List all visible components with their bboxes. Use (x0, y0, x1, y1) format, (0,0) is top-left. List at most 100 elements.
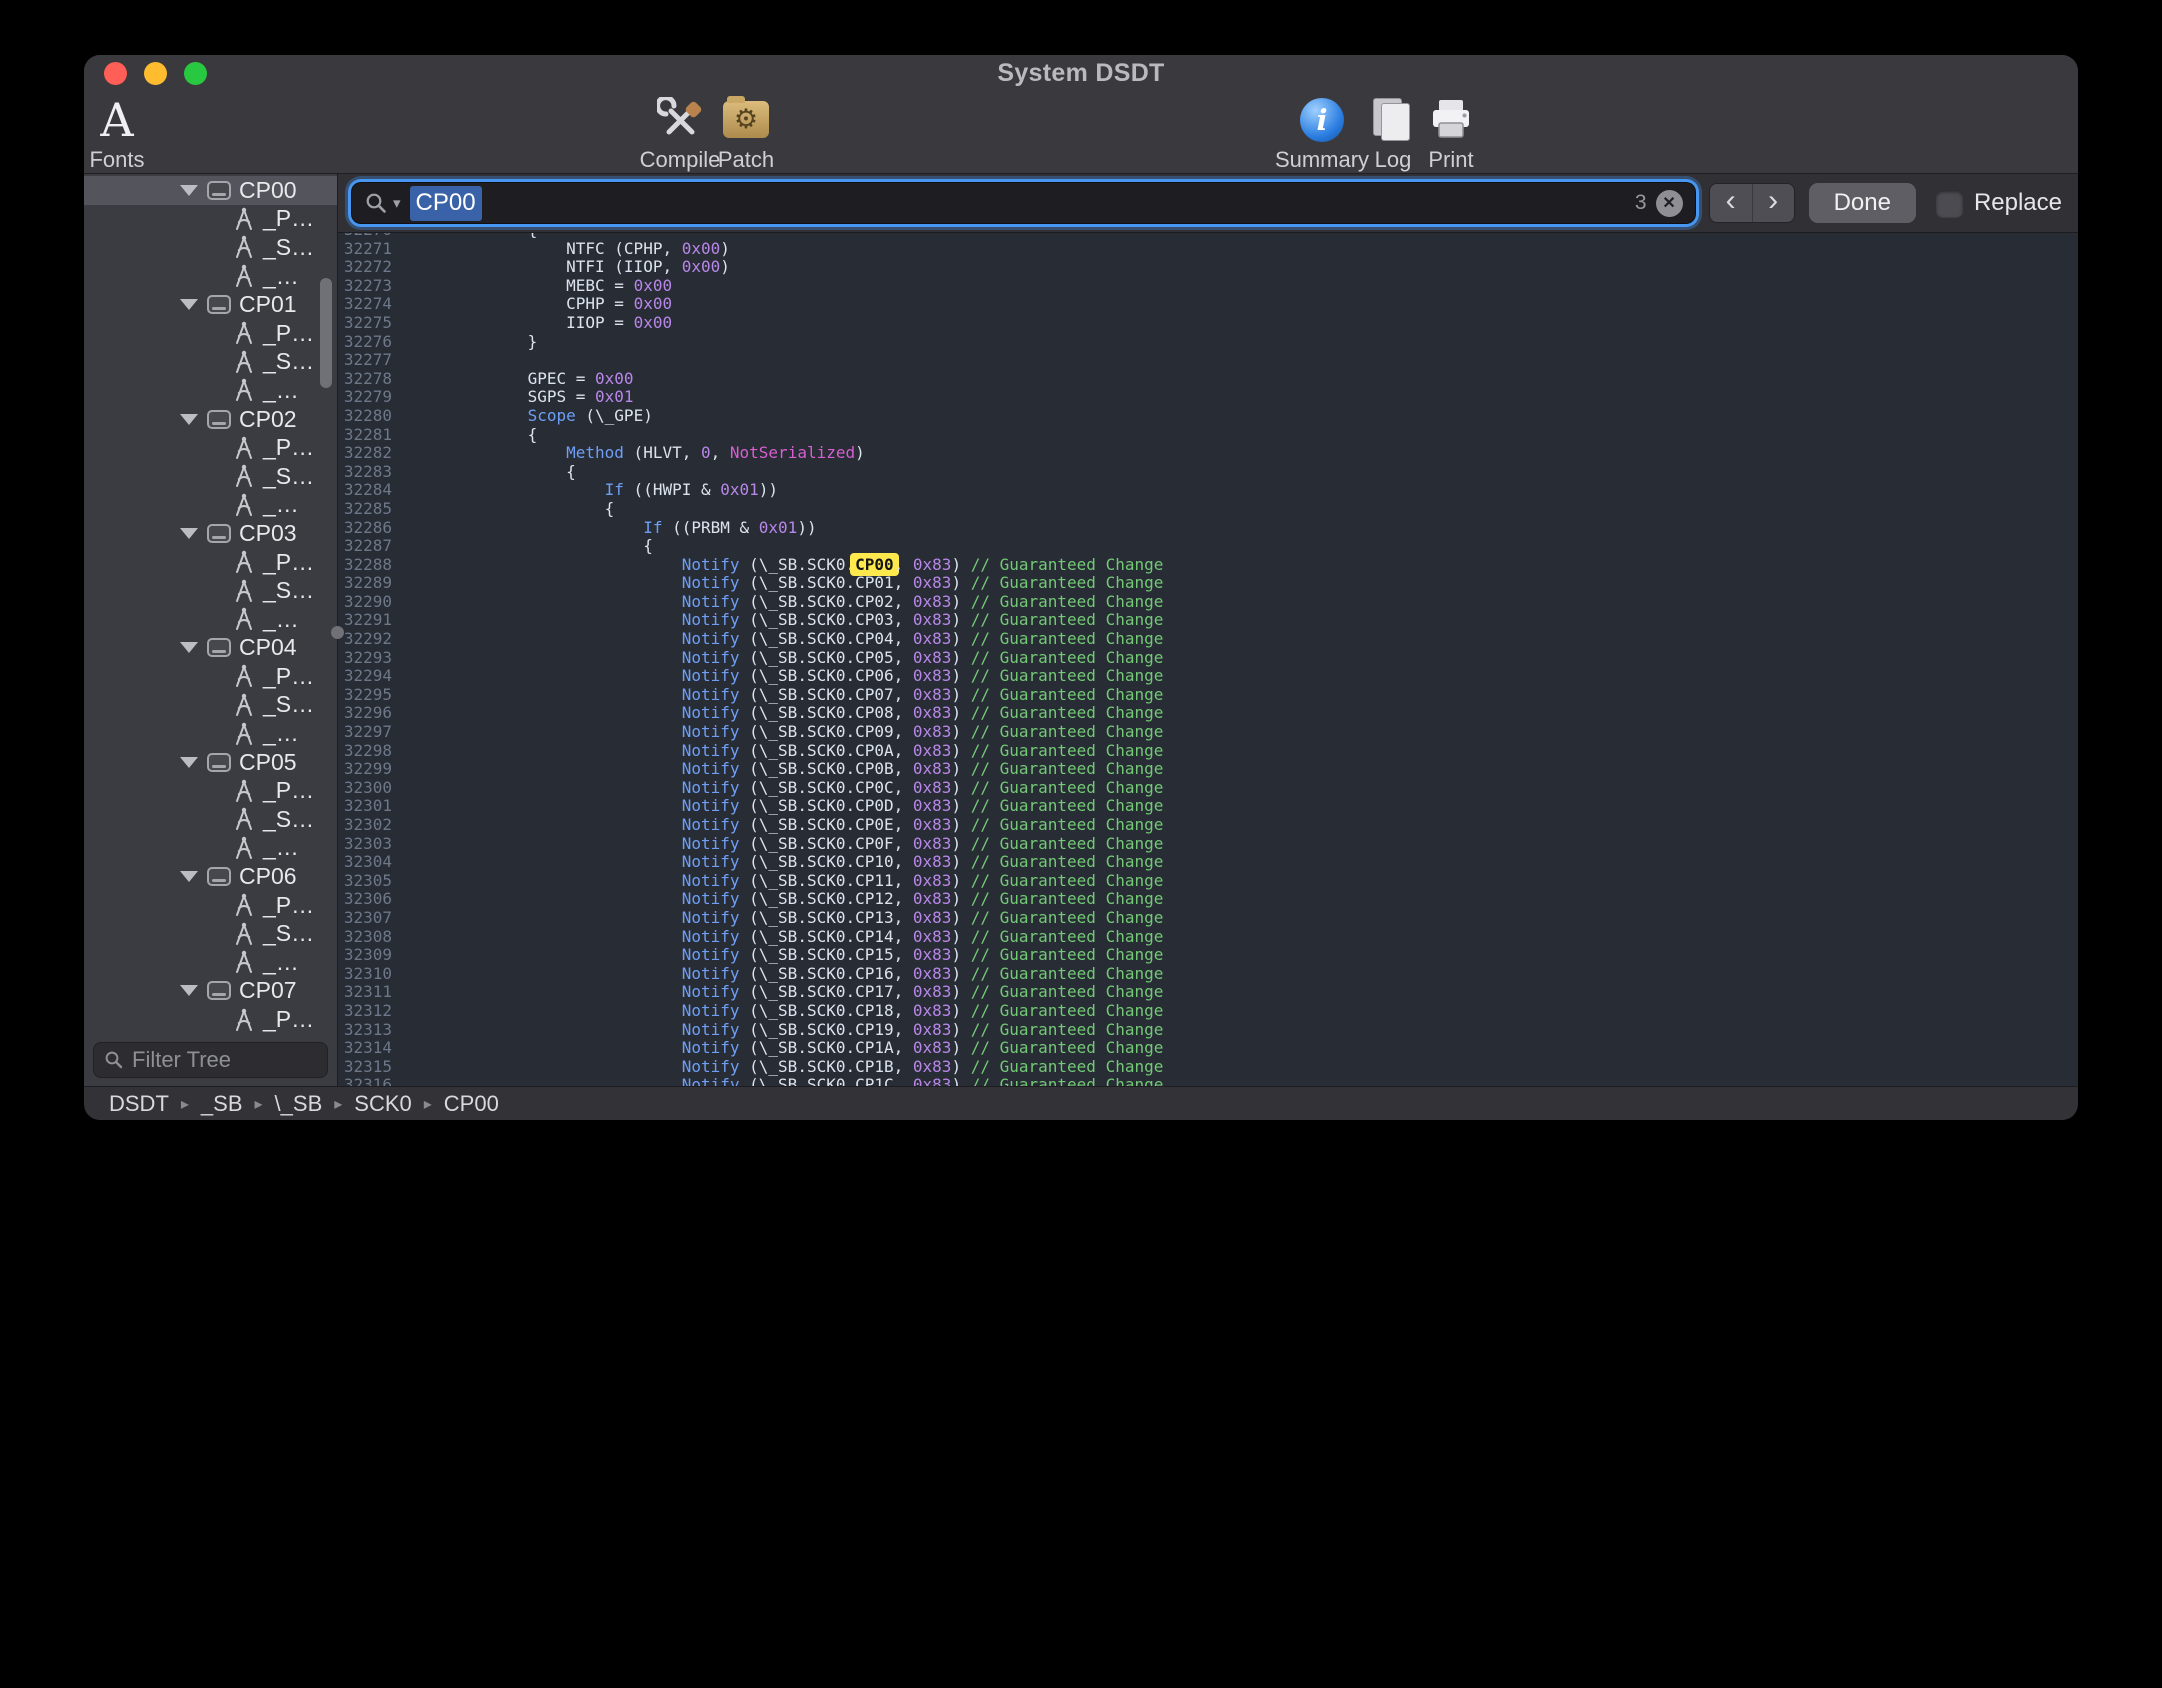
code-line[interactable]: 32283 { (338, 463, 2078, 482)
code-editor[interactable]: 32270 {32271 NTFC (CPHP, 0x00)32272 NTFI… (338, 233, 2078, 1086)
code-line[interactable]: 32298 Notify (\_SB.SCK0.CP0A, 0x83) // G… (338, 742, 2078, 761)
breadcrumb-item[interactable]: \_SB (275, 1091, 323, 1117)
tree-item-CP03[interactable]: CP03 (84, 519, 337, 548)
tree-item-CP00[interactable]: CP00 (84, 176, 337, 205)
close-button[interactable] (104, 62, 127, 85)
code-line[interactable]: 32293 Notify (\_SB.SCK0.CP05, 0x83) // G… (338, 649, 2078, 668)
code-line[interactable]: 32311 Notify (\_SB.SCK0.CP17, 0x83) // G… (338, 983, 2078, 1002)
code-line[interactable]: 32295 Notify (\_SB.SCK0.CP07, 0x83) // G… (338, 686, 2078, 705)
code-line[interactable]: 32316 Notify (\_SB.SCK0.CP1C, 0x83) // G… (338, 1076, 2078, 1086)
search-icon[interactable] (364, 191, 388, 215)
code-line[interactable]: 32286 If ((PRBM & 0x01)) (338, 519, 2078, 538)
tree-child-item[interactable]: _P… (84, 776, 337, 805)
disclosure-triangle-icon[interactable] (180, 299, 198, 310)
code-line[interactable]: 32280 Scope (\_GPE) (338, 407, 2078, 426)
tree-child-item[interactable]: _P… (84, 662, 337, 691)
print-button[interactable]: Print (1396, 96, 1506, 173)
filter-tree-input[interactable] (132, 1047, 317, 1073)
sidebar-scrollbar[interactable] (320, 278, 332, 388)
tree-child-item[interactable]: _… (84, 262, 337, 291)
tree-child-item[interactable]: _P… (84, 891, 337, 920)
disclosure-triangle-icon[interactable] (180, 528, 198, 539)
code-line[interactable]: 32302 Notify (\_SB.SCK0.CP0E, 0x83) // G… (338, 816, 2078, 835)
tree-child-item[interactable]: _… (84, 719, 337, 748)
breadcrumb-item[interactable]: DSDT (109, 1091, 169, 1117)
replace-checkbox[interactable] (1936, 190, 1963, 217)
code-line[interactable]: 32313 Notify (\_SB.SCK0.CP19, 0x83) // G… (338, 1021, 2078, 1040)
tree-item-CP06[interactable]: CP06 (84, 862, 337, 891)
fonts-button[interactable]: A Fonts (84, 96, 172, 173)
find-next-button[interactable]: › (1752, 184, 1794, 222)
code-line[interactable]: 32305 Notify (\_SB.SCK0.CP11, 0x83) // G… (338, 872, 2078, 891)
code-line[interactable]: 32291 Notify (\_SB.SCK0.CP03, 0x83) // G… (338, 611, 2078, 630)
tree-child-item[interactable]: _… (84, 491, 337, 520)
tree-child-item[interactable]: _… (84, 948, 337, 977)
tree-child-item[interactable]: _P… (84, 319, 337, 348)
code-line[interactable]: 32294 Notify (\_SB.SCK0.CP06, 0x83) // G… (338, 667, 2078, 686)
code-line[interactable]: 32282 Method (HLVT, 0, NotSerialized) (338, 444, 2078, 463)
code-line[interactable]: 32271 NTFC (CPHP, 0x00) (338, 240, 2078, 259)
code-line[interactable]: 32304 Notify (\_SB.SCK0.CP10, 0x83) // G… (338, 853, 2078, 872)
code-line[interactable]: 32296 Notify (\_SB.SCK0.CP08, 0x83) // G… (338, 704, 2078, 723)
disclosure-triangle-icon[interactable] (180, 985, 198, 996)
breadcrumb-item[interactable]: CP00 (444, 1091, 499, 1117)
disclosure-triangle-icon[interactable] (180, 414, 198, 425)
code-line[interactable]: 32290 Notify (\_SB.SCK0.CP02, 0x83) // G… (338, 593, 2078, 612)
code-line[interactable]: 32272 NTFI (IIOP, 0x00) (338, 258, 2078, 277)
code-line[interactable]: 32289 Notify (\_SB.SCK0.CP01, 0x83) // G… (338, 574, 2078, 593)
code-line[interactable]: 32278 GPEC = 0x00 (338, 370, 2078, 389)
disclosure-triangle-icon[interactable] (180, 642, 198, 653)
disclosure-triangle-icon[interactable] (180, 185, 198, 196)
patch-button[interactable]: ⚙ Patch (691, 96, 801, 173)
tree-child-item[interactable]: _S… (84, 348, 337, 377)
code-line[interactable]: 32277 (338, 351, 2078, 370)
search-input[interactable]: ▾ CP00 3 ✕ (352, 183, 1695, 223)
code-line[interactable]: 32310 Notify (\_SB.SCK0.CP16, 0x83) // G… (338, 965, 2078, 984)
tree-child-item[interactable]: _P… (84, 205, 337, 234)
minimize-button[interactable] (144, 62, 167, 85)
tree-child-item[interactable]: _S… (84, 805, 337, 834)
tree-item-CP01[interactable]: CP01 (84, 290, 337, 319)
chevron-down-icon[interactable]: ▾ (393, 194, 401, 212)
code-line[interactable]: 32274 CPHP = 0x00 (338, 295, 2078, 314)
tree-item-CP05[interactable]: CP05 (84, 748, 337, 777)
code-line[interactable]: 32275 IIOP = 0x00 (338, 314, 2078, 333)
code-line[interactable]: 32303 Notify (\_SB.SCK0.CP0F, 0x83) // G… (338, 835, 2078, 854)
code-line[interactable]: 32308 Notify (\_SB.SCK0.CP14, 0x83) // G… (338, 928, 2078, 947)
tree-child-item[interactable]: _… (84, 605, 337, 634)
code-line[interactable]: 32288 Notify (\_SB.SCK0.CP00, 0x83) // G… (338, 556, 2078, 575)
tree-child-item[interactable]: _P… (84, 1005, 337, 1034)
zoom-button[interactable] (184, 62, 207, 85)
tree-child-item[interactable]: _S… (84, 919, 337, 948)
tree-child-item[interactable]: _S… (84, 1034, 337, 1036)
tree-item-CP07[interactable]: CP07 (84, 977, 337, 1006)
code-line[interactable]: 32279 SGPS = 0x01 (338, 388, 2078, 407)
tree-child-item[interactable]: _S… (84, 233, 337, 262)
tree-child-item[interactable]: _S… (84, 576, 337, 605)
disclosure-triangle-icon[interactable] (180, 871, 198, 882)
code-line[interactable]: 32312 Notify (\_SB.SCK0.CP18, 0x83) // G… (338, 1002, 2078, 1021)
tree-child-item[interactable]: _S… (84, 462, 337, 491)
code-line[interactable]: 32297 Notify (\_SB.SCK0.CP09, 0x83) // G… (338, 723, 2078, 742)
code-line[interactable]: 32307 Notify (\_SB.SCK0.CP13, 0x83) // G… (338, 909, 2078, 928)
clear-search-button[interactable]: ✕ (1656, 190, 1683, 217)
code-line[interactable]: 32301 Notify (\_SB.SCK0.CP0D, 0x83) // G… (338, 797, 2078, 816)
code-line[interactable]: 32276 } (338, 333, 2078, 352)
code-line[interactable]: 32314 Notify (\_SB.SCK0.CP1A, 0x83) // G… (338, 1039, 2078, 1058)
find-previous-button[interactable]: ‹ (1710, 184, 1752, 222)
code-line[interactable]: 32306 Notify (\_SB.SCK0.CP12, 0x83) // G… (338, 890, 2078, 909)
tree-child-item[interactable]: _S… (84, 691, 337, 720)
disclosure-triangle-icon[interactable] (180, 757, 198, 768)
breadcrumb-item[interactable]: _SB (201, 1091, 243, 1117)
code-line[interactable]: 32284 If ((HWPI & 0x01)) (338, 481, 2078, 500)
code-line[interactable]: 32273 MEBC = 0x00 (338, 277, 2078, 296)
tree-child-item[interactable]: _P… (84, 548, 337, 577)
code-line[interactable]: 32287 { (338, 537, 2078, 556)
code-line[interactable]: 32300 Notify (\_SB.SCK0.CP0C, 0x83) // G… (338, 779, 2078, 798)
code-line[interactable]: 32292 Notify (\_SB.SCK0.CP04, 0x83) // G… (338, 630, 2078, 649)
tree-child-item[interactable]: _… (84, 834, 337, 863)
code-line[interactable]: 32285 { (338, 500, 2078, 519)
splitter-handle[interactable] (331, 626, 344, 639)
code-line[interactable]: 32309 Notify (\_SB.SCK0.CP15, 0x83) // G… (338, 946, 2078, 965)
tree-item-CP02[interactable]: CP02 (84, 405, 337, 434)
